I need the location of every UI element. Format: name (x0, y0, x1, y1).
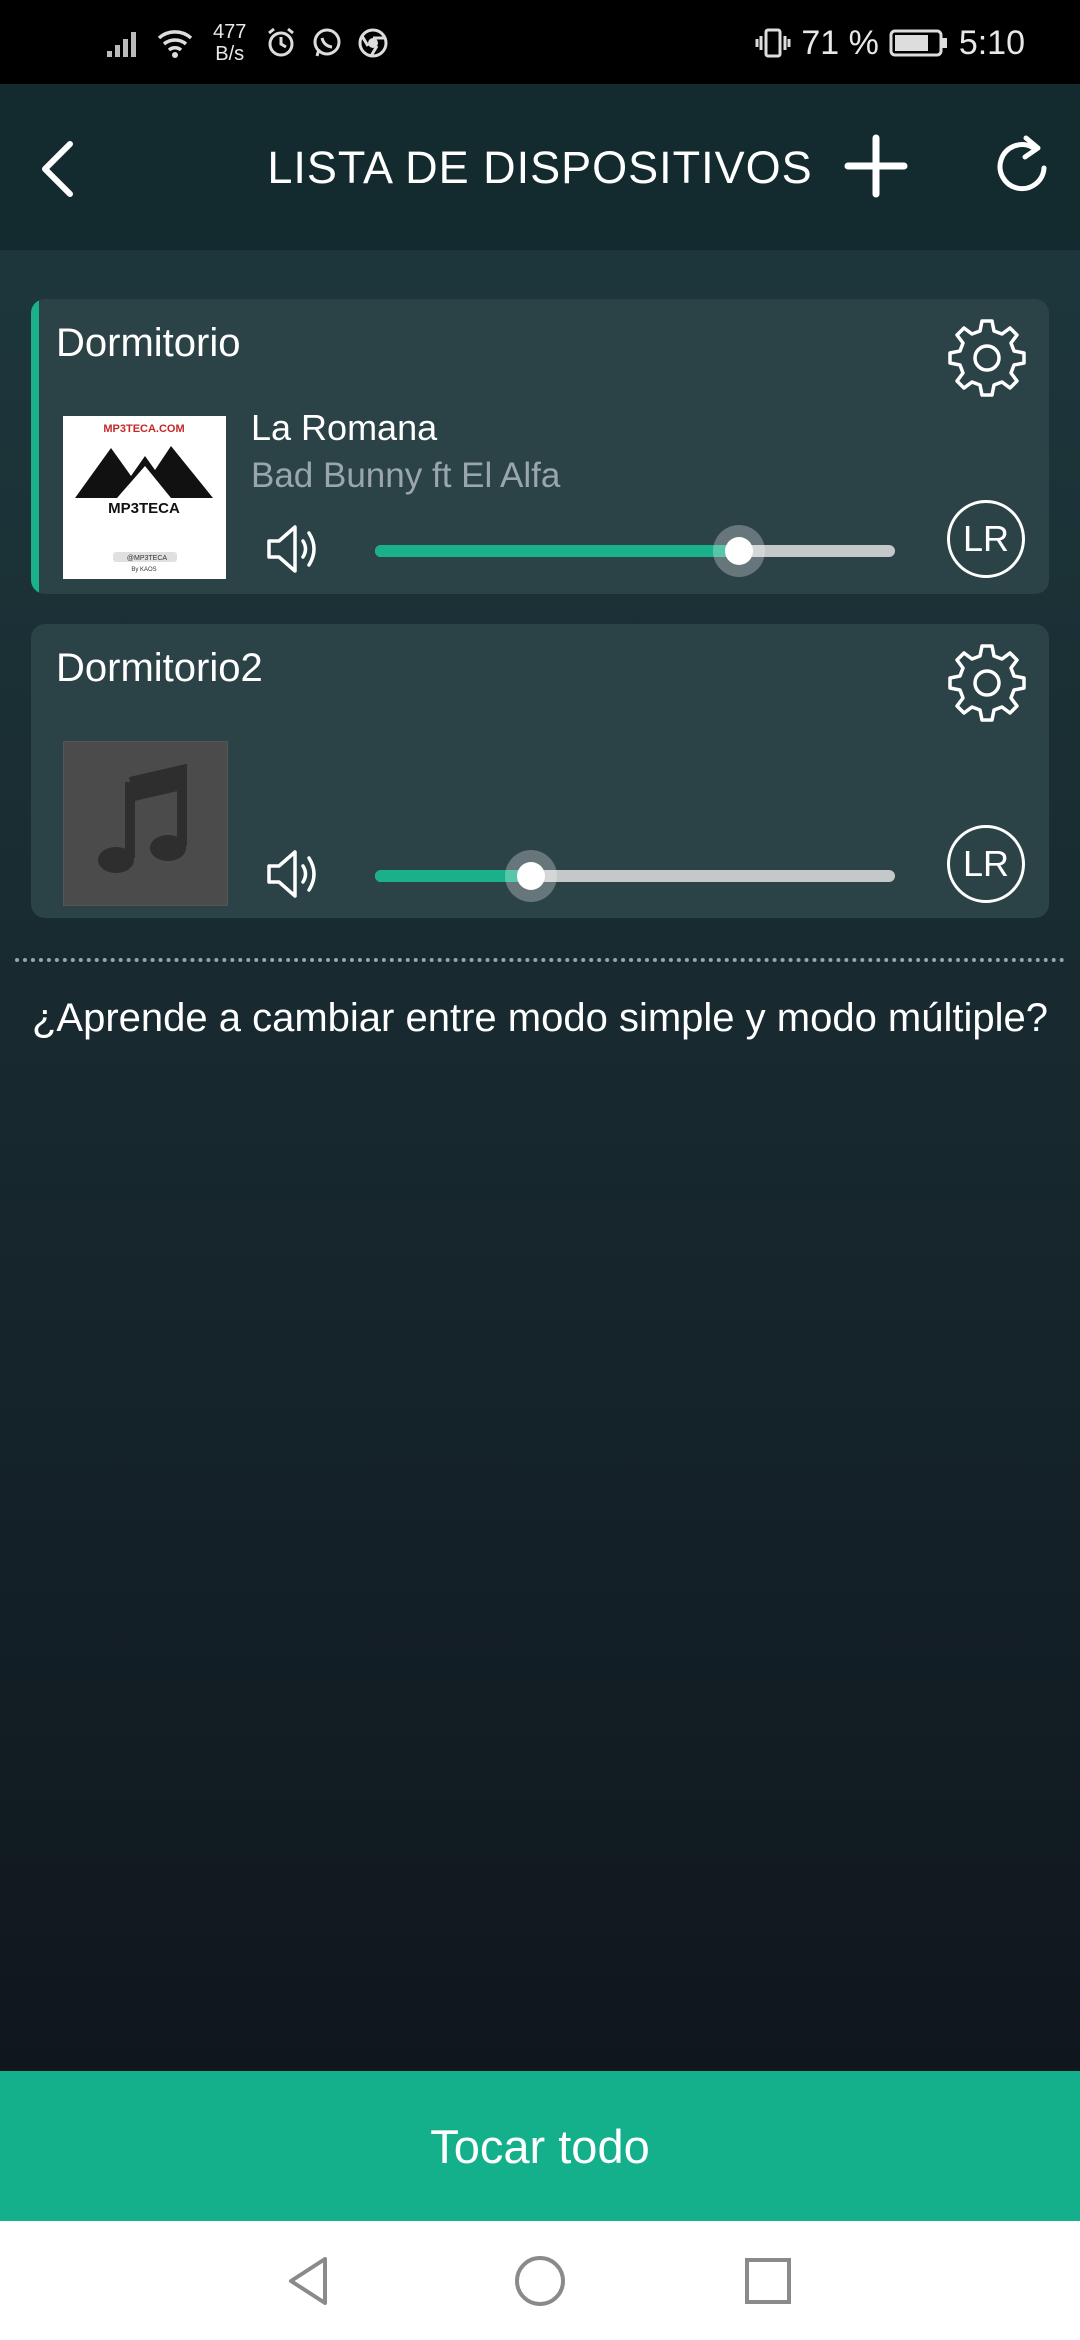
device-card-dormitorio[interactable]: Dormitorio MP3TECA.COM MP3TECA @MP3TECA … (31, 299, 1049, 594)
device-name: Dormitorio2 (56, 646, 263, 690)
volume-slider-fill (375, 545, 739, 557)
volume-icon[interactable] (263, 842, 327, 906)
plus-icon (844, 134, 908, 198)
top-bar: LISTA DE DISPOSITIVOS (0, 84, 1080, 250)
triangle-back-icon (289, 2257, 327, 2305)
album-artwork-placeholder (63, 741, 228, 906)
artwork-handle-text: @MP3TECA (127, 555, 167, 562)
help-link[interactable]: ¿Aprende a cambiar entre modo simple y m… (0, 996, 1080, 1041)
track-title: La Romana (251, 407, 438, 448)
device-settings-button[interactable] (946, 317, 1028, 399)
add-device-button[interactable] (840, 130, 912, 202)
device-name: Dormitorio (56, 321, 241, 365)
volume-slider-thumb[interactable] (713, 525, 765, 577)
battery-percent: 71 % (801, 23, 879, 62)
lr-channel-button[interactable]: LR (947, 500, 1025, 578)
whatsapp-icon (310, 26, 344, 60)
network-speed: 477 B/s (213, 21, 246, 65)
wifi-icon (155, 26, 195, 60)
alarm-icon (264, 26, 298, 60)
artwork-brand-text: MP3TECA (108, 500, 180, 517)
device-card-dormitorio2[interactable]: Dormitorio2 LR (31, 624, 1049, 918)
artwork-credit-text: By KAOS (131, 567, 156, 573)
refresh-button[interactable] (986, 130, 1058, 202)
play-all-button[interactable]: Tocar todo (0, 2071, 1080, 2221)
circle-home-icon (515, 2256, 565, 2306)
divider (15, 958, 1065, 962)
refresh-icon (997, 135, 1047, 192)
chrome-icon (356, 26, 390, 60)
signal-icon (105, 27, 143, 59)
volume-slider[interactable] (375, 525, 895, 577)
device-settings-button[interactable] (946, 642, 1028, 724)
gear-icon (948, 319, 1026, 397)
vibrate-icon (755, 26, 791, 60)
album-artwork: MP3TECA.COM MP3TECA @MP3TECA By KAOS (63, 416, 226, 579)
network-speed-value: 477 (213, 21, 247, 43)
clock-time: 5:10 (958, 23, 1025, 62)
network-speed-unit: B/s (215, 43, 245, 65)
nav-home-button[interactable] (510, 2251, 570, 2311)
volume-icon[interactable] (263, 517, 327, 581)
music-note-icon (98, 763, 187, 873)
lr-channel-button[interactable]: LR (947, 825, 1025, 903)
battery-icon (889, 28, 949, 58)
track-artist: Bad Bunny ft El Alfa (251, 456, 561, 495)
gear-icon (948, 644, 1026, 722)
volume-slider-thumb[interactable] (505, 850, 557, 902)
page-title: LISTA DE DISPOSITIVOS (267, 142, 813, 193)
status-bar: 477 B/s 71 % 5:10 (0, 0, 1080, 84)
nav-back-button[interactable] (279, 2251, 339, 2311)
square-recents-icon (745, 2258, 791, 2304)
volume-slider[interactable] (375, 850, 895, 902)
system-nav-bar (0, 2221, 1080, 2340)
artwork-site-text: MP3TECA.COM (103, 423, 184, 435)
nav-recents-button[interactable] (738, 2251, 798, 2311)
